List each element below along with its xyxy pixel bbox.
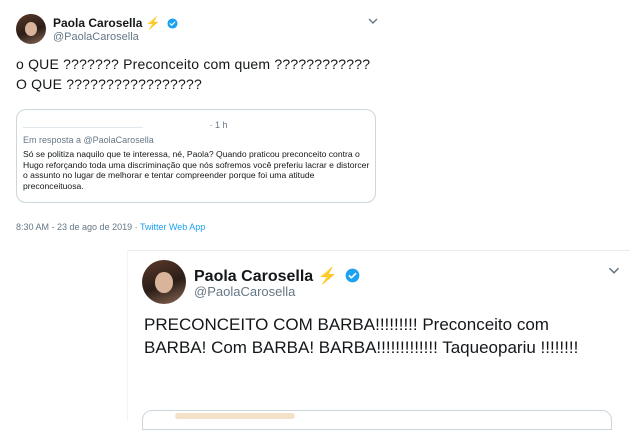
timestamp-text[interactable]: 8:30 AM - 23 de ago de 2019 ·	[16, 222, 140, 232]
verified-badge-icon	[345, 268, 360, 283]
quoted-tweet-text: Só se politiza naquilo que te interessa,…	[23, 149, 370, 191]
verified-badge-icon	[167, 18, 178, 29]
display-name-text: Paola Carosella	[53, 16, 143, 30]
chevron-down-icon[interactable]	[608, 262, 620, 278]
display-name[interactable]: Paola Carosella ⚡	[53, 16, 178, 30]
quoted-tweet-header: · 1 h	[23, 120, 228, 130]
chevron-down-icon[interactable]	[368, 14, 378, 28]
user-handle[interactable]: @PaolaCarosella	[53, 31, 139, 43]
display-name[interactable]: Paola Carosella ⚡	[194, 266, 360, 286]
cropped-content	[175, 413, 295, 419]
source-app-link[interactable]: Twitter Web App	[140, 222, 205, 232]
quoted-tweet[interactable]: · 1 h Em resposta a @PaolaCarosella Só s…	[16, 109, 376, 203]
lightning-emoji: ⚡	[145, 16, 161, 30]
tweet-text: PRECONCEITO COM BARBA!!!!!!!!! Preconcei…	[144, 315, 579, 357]
lightning-emoji: ⚡	[317, 268, 338, 285]
reply-to-label: Em resposta a @PaolaCarosella	[23, 135, 154, 145]
user-handle[interactable]: @PaolaCarosella	[194, 284, 295, 299]
tweet-timestamp: 8:30 AM - 23 de ago de 2019 · Twitter We…	[16, 222, 205, 232]
avatar[interactable]	[142, 260, 186, 304]
quoted-author-name	[23, 121, 143, 128]
display-name-text: Paola Carosella	[194, 268, 314, 285]
quoted-tweet-time: · 1 h	[209, 120, 228, 130]
avatar[interactable]	[16, 14, 46, 44]
tweet-text: o QUE ??????? Preconceito com quem ?????…	[16, 56, 371, 92]
